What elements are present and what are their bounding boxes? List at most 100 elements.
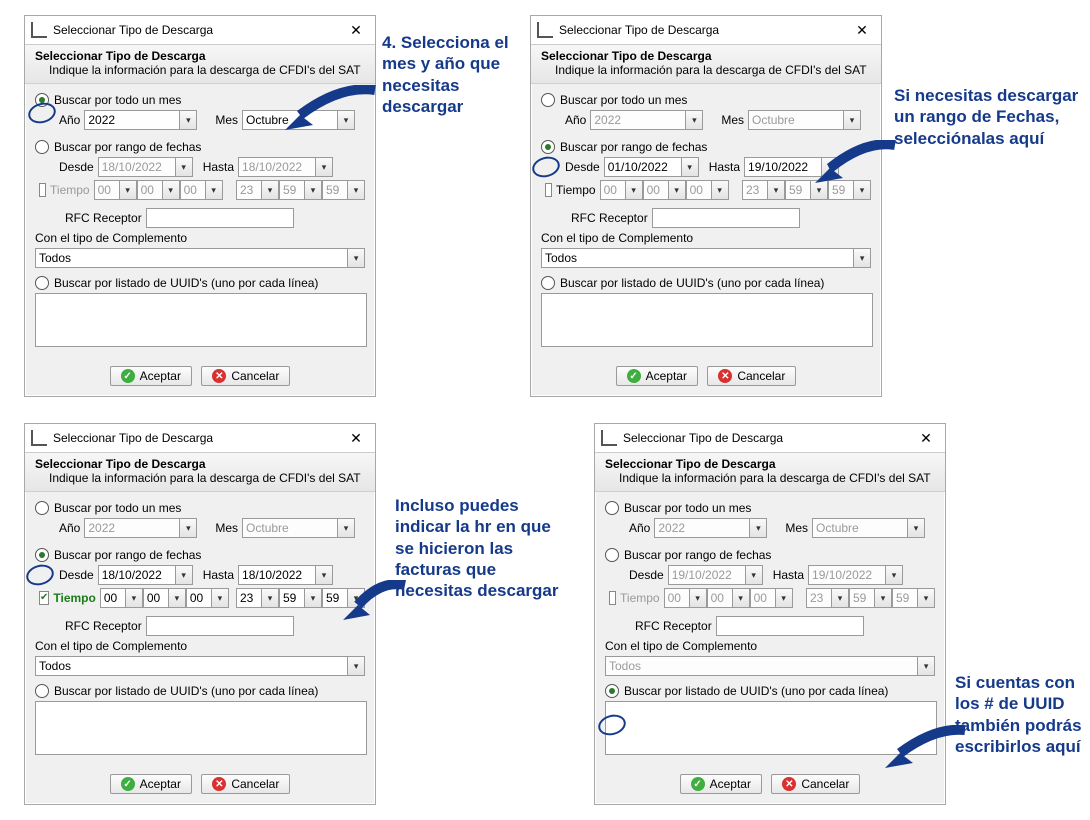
t-h2-dd[interactable]	[262, 588, 279, 608]
t-m1-dd	[163, 180, 180, 200]
t-m1[interactable]	[143, 588, 169, 608]
radio-buscar-mes[interactable]	[605, 501, 619, 515]
radio-buscar-rango-row[interactable]: Buscar por rango de fechas	[605, 548, 935, 562]
radio-uuid[interactable]	[35, 276, 49, 290]
rfc-input[interactable]	[146, 616, 294, 636]
tiempo-label: Tiempo	[556, 183, 596, 197]
tiempo-checkbox[interactable]	[545, 183, 552, 197]
complemento-dropdown[interactable]	[348, 248, 365, 268]
t-m1-dd	[733, 588, 750, 608]
aceptar-button[interactable]: ✓Aceptar	[110, 366, 192, 386]
anio-label: Año	[59, 113, 80, 127]
mes-input[interactable]	[242, 110, 338, 130]
aceptar-button[interactable]: ✓Aceptar	[110, 774, 192, 794]
radio-buscar-rango[interactable]	[35, 548, 49, 562]
radio-buscar-rango[interactable]	[541, 140, 555, 154]
rfc-input[interactable]	[652, 208, 800, 228]
anio-dropdown[interactable]	[180, 110, 197, 130]
radio-buscar-rango-label: Buscar por rango de fechas	[54, 140, 201, 154]
cancelar-button[interactable]: ✕Cancelar	[201, 366, 290, 386]
radio-uuid-row[interactable]: Buscar por listado de UUID's (uno por ca…	[35, 276, 365, 290]
mes-dropdown[interactable]	[338, 110, 355, 130]
t-s2[interactable]	[322, 588, 348, 608]
hasta-dropdown[interactable]	[316, 565, 333, 585]
t-m2	[279, 180, 305, 200]
cancelar-button[interactable]: ✕Cancelar	[707, 366, 796, 386]
t-m2[interactable]	[279, 588, 305, 608]
annotation-3: Incluso puedes indicar la hr en que se h…	[395, 495, 565, 601]
anio-input[interactable]	[84, 110, 180, 130]
radio-buscar-rango-row[interactable]: Buscar por rango de fechas	[541, 140, 871, 154]
cancelar-button[interactable]: ✕Cancelar	[201, 774, 290, 794]
tiempo-label: Tiempo	[53, 591, 95, 605]
section-title: Seleccionar Tipo de Descarga	[541, 49, 871, 63]
section-desc: Indique la información para la descarga …	[605, 471, 935, 485]
t-s2	[828, 180, 854, 200]
close-icon[interactable]: ✕	[343, 22, 369, 39]
tiempo-checkbox	[39, 183, 46, 197]
tiempo-label: Tiempo	[620, 591, 660, 605]
t-m1-dd[interactable]	[169, 588, 186, 608]
uuid-textarea[interactable]	[605, 701, 937, 755]
radio-buscar-mes-row[interactable]: Buscar por todo un mes	[35, 93, 365, 107]
complemento-select[interactable]	[541, 248, 854, 268]
radio-buscar-rango[interactable]	[605, 548, 619, 562]
radio-buscar-mes[interactable]	[541, 93, 555, 107]
hasta-dropdown[interactable]	[822, 157, 839, 177]
complemento-dropdown	[918, 656, 935, 676]
radio-buscar-mes-row[interactable]: Buscar por todo un mes	[541, 93, 871, 107]
t-h2[interactable]	[236, 588, 262, 608]
radio-buscar-rango[interactable]	[35, 140, 49, 154]
close-icon[interactable]: ✕	[913, 430, 939, 447]
radio-uuid[interactable]	[541, 276, 555, 290]
t-s1-dd[interactable]	[212, 588, 229, 608]
desde-input[interactable]	[604, 157, 682, 177]
hasta-input[interactable]	[238, 565, 316, 585]
radio-uuid-row[interactable]: Buscar por listado de UUID's (uno por ca…	[605, 684, 935, 698]
complemento-dropdown[interactable]	[854, 248, 871, 268]
rfc-input[interactable]	[716, 616, 864, 636]
radio-buscar-mes-row[interactable]: Buscar por todo un mes	[605, 501, 935, 515]
t-h1[interactable]	[100, 588, 126, 608]
t-h2-dd	[262, 180, 279, 200]
complemento-label: Con el tipo de Complemento	[35, 231, 187, 245]
cancelar-button[interactable]: ✕Cancelar	[771, 774, 860, 794]
radio-uuid[interactable]	[35, 684, 49, 698]
hasta-input[interactable]	[744, 157, 822, 177]
desde-input	[668, 565, 746, 585]
rfc-input[interactable]	[146, 208, 294, 228]
close-icon[interactable]: ✕	[849, 22, 875, 39]
radio-buscar-rango-row[interactable]: Buscar por rango de fechas	[35, 548, 365, 562]
uuid-textarea[interactable]	[35, 293, 367, 347]
aceptar-button[interactable]: ✓Aceptar	[680, 774, 762, 794]
rfc-label: RFC Receptor	[65, 211, 142, 225]
t-m2-dd[interactable]	[305, 588, 322, 608]
radio-buscar-mes[interactable]	[35, 93, 49, 107]
radio-uuid[interactable]	[605, 684, 619, 698]
t-s2-dd[interactable]	[348, 588, 365, 608]
t-s1[interactable]	[186, 588, 212, 608]
radio-uuid-row[interactable]: Buscar por listado de UUID's (uno por ca…	[541, 276, 871, 290]
desde-dropdown	[746, 565, 763, 585]
radio-uuid-row[interactable]: Buscar por listado de UUID's (uno por ca…	[35, 684, 365, 698]
desde-dropdown[interactable]	[682, 157, 699, 177]
hasta-input	[808, 565, 886, 585]
cancelar-label: Cancelar	[231, 369, 279, 383]
aceptar-button[interactable]: ✓Aceptar	[616, 366, 698, 386]
t-s1-dd	[206, 180, 223, 200]
close-icon[interactable]: ✕	[343, 430, 369, 447]
complemento-select[interactable]	[35, 248, 348, 268]
complemento-dropdown[interactable]	[348, 656, 365, 676]
cancelar-label: Cancelar	[737, 369, 785, 383]
complemento-select[interactable]	[35, 656, 348, 676]
tiempo-checkbox[interactable]	[39, 591, 49, 605]
t-h1-dd[interactable]	[126, 588, 143, 608]
desde-dropdown[interactable]	[176, 565, 193, 585]
radio-buscar-rango-row[interactable]: Buscar por rango de fechas	[35, 140, 365, 154]
radio-buscar-rango-label: Buscar por rango de fechas	[624, 548, 771, 562]
radio-buscar-mes[interactable]	[35, 501, 49, 515]
uuid-textarea[interactable]	[541, 293, 873, 347]
uuid-textarea[interactable]	[35, 701, 367, 755]
desde-input[interactable]	[98, 565, 176, 585]
radio-buscar-mes-row[interactable]: Buscar por todo un mes	[35, 501, 365, 515]
